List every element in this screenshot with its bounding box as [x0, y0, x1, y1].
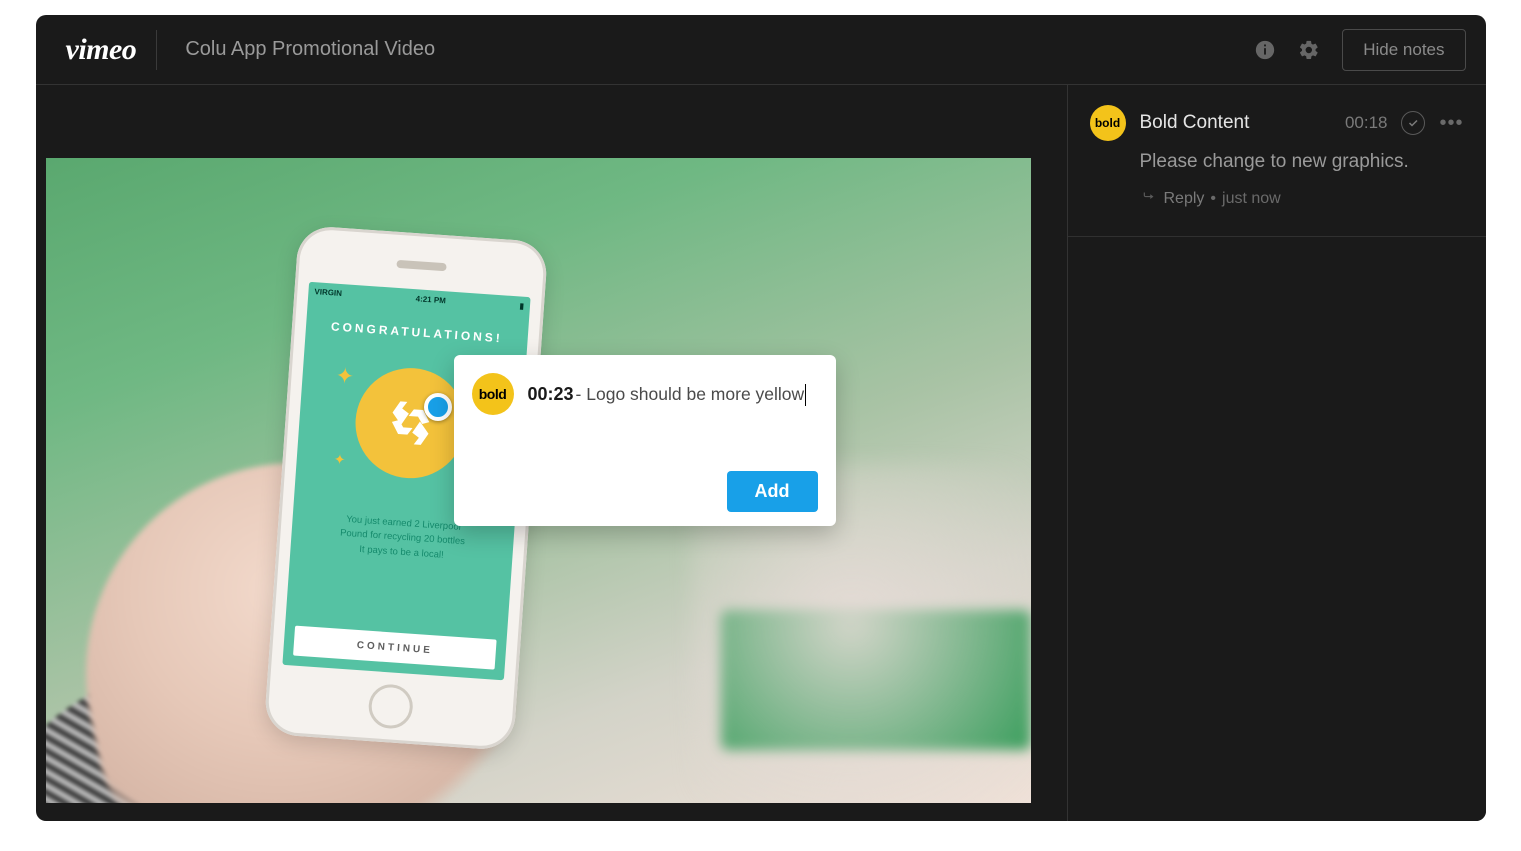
video-title: Colu App Promotional Video [185, 38, 435, 61]
note-header: bold Bold Content 00:18 ••• [1090, 105, 1464, 141]
badge-circle [351, 364, 468, 481]
add-note-button[interactable]: Add [727, 471, 818, 512]
avatar: bold [472, 373, 514, 415]
avatar-label: bold [479, 386, 507, 402]
avatar: bold [1090, 105, 1126, 141]
sparkle-icon: ✦ [334, 363, 354, 390]
sparkle-icon: ✦ [333, 451, 346, 469]
note-input-text: Logo should be more yellow [586, 384, 804, 404]
info-icon[interactable] [1254, 39, 1276, 61]
annotation-marker[interactable] [424, 393, 452, 421]
note-body: Please change to new graphics. [1140, 151, 1464, 173]
note-input[interactable]: - Logo should be more yellow [576, 373, 807, 415]
popup-row: bold 00:23 - Logo should be more yellow [472, 373, 818, 415]
video-frame[interactable]: VIRGIN 4:21 PM ▮ CONGRATULATIONS! ✦ ✦ ✦ [46, 158, 1031, 803]
resolve-check-icon[interactable] [1401, 111, 1425, 135]
body: VIRGIN 4:21 PM ▮ CONGRATULATIONS! ✦ ✦ ✦ [36, 85, 1486, 821]
separator-dot: • [1210, 190, 1216, 208]
text-cursor [805, 384, 806, 406]
hide-notes-button[interactable]: Hide notes [1342, 29, 1465, 71]
congrats-heading: CONGRATULATIONS! [330, 319, 503, 345]
video-area[interactable]: VIRGIN 4:21 PM ▮ CONGRATULATIONS! ✦ ✦ ✦ [36, 85, 1068, 821]
popup-sep: - [576, 384, 587, 404]
popup-actions: Add [472, 471, 818, 512]
status-battery: ▮ [519, 301, 524, 310]
avatar-label: bold [1095, 116, 1120, 130]
phone-statusbar: VIRGIN 4:21 PM ▮ [307, 282, 530, 315]
note-time-ago: just now [1222, 190, 1281, 208]
header-actions: Hide notes [1254, 29, 1465, 71]
phone-speaker [396, 260, 446, 271]
header-bar: vimeo Colu App Promotional Video Hide no… [36, 15, 1486, 85]
status-time: 4:21 PM [415, 294, 446, 305]
notes-panel: bold Bold Content 00:18 ••• Please chang… [1068, 85, 1486, 821]
note-item[interactable]: bold Bold Content 00:18 ••• Please chang… [1068, 85, 1486, 237]
note-reply-row: Reply • just now [1140, 189, 1464, 208]
status-carrier: VIRGIN [314, 287, 342, 298]
continue-button: CONTINUE [293, 626, 497, 670]
reply-arrow-icon [1140, 189, 1158, 208]
phone-home-button [367, 683, 414, 730]
note-author: Bold Content [1140, 112, 1250, 134]
note-popup: bold 00:23 - Logo should be more yellow … [454, 355, 836, 526]
more-options-icon[interactable]: ••• [1439, 118, 1463, 128]
gear-icon[interactable] [1298, 39, 1320, 61]
note-meta: 00:18 ••• [1345, 111, 1464, 135]
app-window: vimeo Colu App Promotional Video Hide no… [36, 15, 1486, 821]
reply-link[interactable]: Reply [1164, 190, 1205, 208]
vimeo-logo[interactable]: vimeo [66, 33, 137, 67]
logo-wrap: vimeo [46, 30, 158, 70]
popup-timestamp: 00:23 [528, 373, 574, 415]
note-timestamp[interactable]: 00:18 [1345, 113, 1388, 133]
earned-text: You just earned 2 Liverpool Pound for re… [338, 513, 466, 564]
